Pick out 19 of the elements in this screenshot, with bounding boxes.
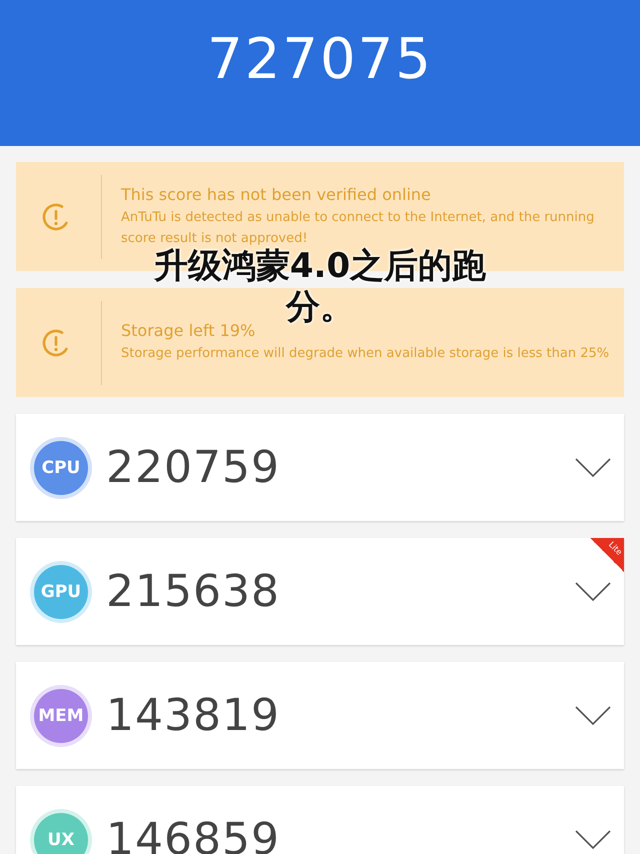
score-card[interactable]: MEM 143819 <box>16 662 624 769</box>
category-score: 215638 <box>106 566 281 617</box>
chevron-down-icon <box>574 456 612 478</box>
ribbon-label: Lite <box>607 540 624 557</box>
chevron-down-icon <box>574 580 612 602</box>
category-score: 220759 <box>106 442 281 493</box>
score-card[interactable]: CPU 220759 <box>16 414 624 521</box>
chevron-down-icon <box>574 828 612 850</box>
notice-title: This score has not been verified online <box>121 184 432 204</box>
category-badge: CPU <box>34 440 88 494</box>
category-badge: UX <box>34 812 88 854</box>
notice-text: AnTuTu is detected as unable to connect to the Internet, and the running score result is not approved! <box>121 208 596 248</box>
notice-text: Storage performance will degrade when available storage is less than 25% <box>121 345 610 363</box>
category-badge: MEM <box>34 688 88 742</box>
category-badge: GPU <box>34 564 88 618</box>
chevron-down-icon <box>574 704 612 726</box>
category-score: 143819 <box>106 690 281 741</box>
score-card[interactable]: GPU 215638 Lite <box>16 538 624 645</box>
total-score: 727075 <box>207 26 433 94</box>
